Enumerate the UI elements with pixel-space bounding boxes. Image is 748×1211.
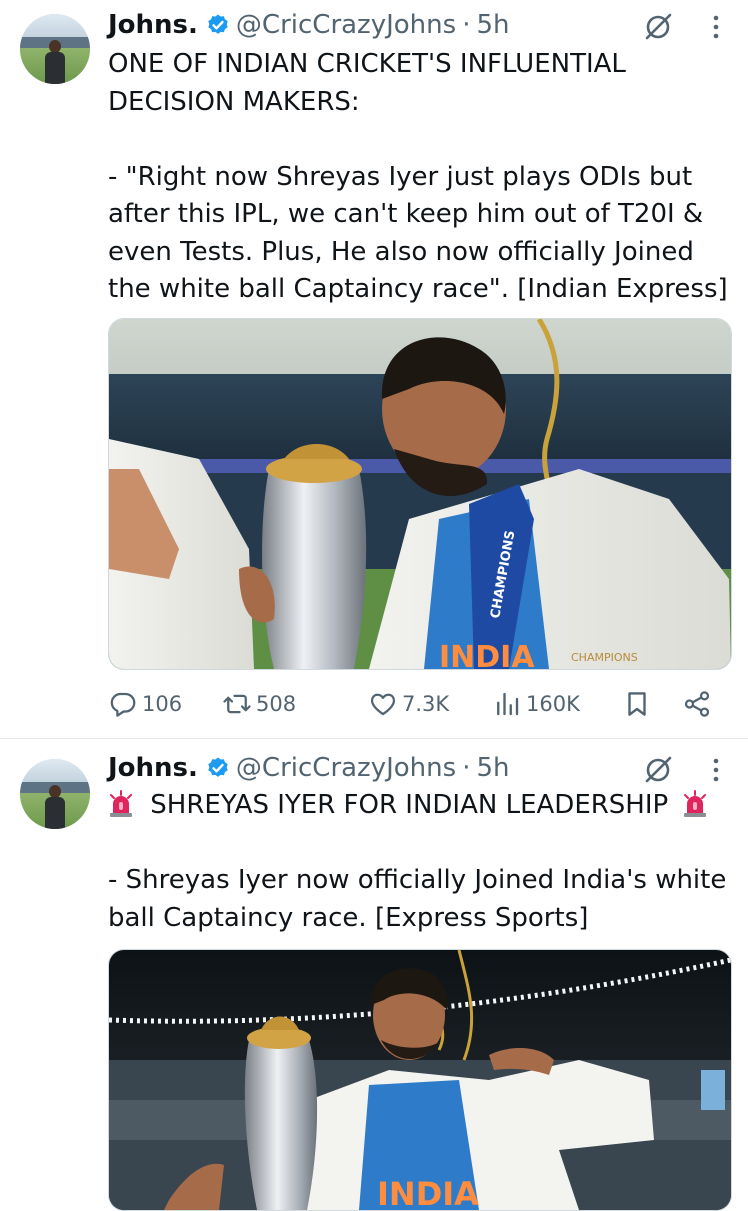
author-name[interactable]: Johns. — [108, 10, 198, 40]
siren-icon — [684, 790, 707, 817]
reply-button[interactable]: 106 — [108, 684, 182, 724]
verified-badge-icon — [208, 14, 228, 34]
more-icon[interactable] — [711, 756, 721, 784]
tweet-text-line: - Shreyas Iyer now officially Joined Ind… — [108, 865, 727, 895]
timestamp[interactable]: 5h — [476, 10, 509, 40]
repost-button[interactable]: 508 — [222, 684, 296, 724]
trophy-pose-photo: INDIA — [109, 950, 731, 1210]
headline-text: SHREYAS IYER FOR INDIAN LEADERSHIP — [150, 790, 669, 820]
tweet-text-spacer — [108, 825, 738, 863]
jersey-text: INDIA — [439, 640, 535, 669]
tweet-photo[interactable]: INDIA — [108, 949, 732, 1211]
more-icon[interactable] — [711, 13, 721, 41]
grok-icon[interactable] — [643, 755, 673, 785]
views-count: 160K — [526, 692, 580, 716]
tweet-text: SHREYAS IYER FOR INDIAN LEADERSHIP - Shr… — [108, 787, 738, 937]
repost-count: 508 — [256, 692, 297, 716]
like-count: 7.3K — [402, 692, 450, 716]
tweet-text-line: - "Right now Shreyas Iyer just plays ODI… — [108, 161, 693, 192]
views-button[interactable]: 160K — [492, 684, 580, 724]
tweet-text-line: ball Captaincy race. [Express Sports] — [108, 902, 589, 933]
bookmark-icon — [628, 692, 646, 716]
tweet[interactable]: Johns. @CricCrazyJohns · 5h ONE OF INDIA… — [0, 0, 748, 739]
views-icon — [497, 692, 519, 716]
tweet-text-line: after this IPL, we can't keep him out of… — [108, 199, 704, 229]
avatar[interactable] — [20, 759, 90, 829]
siren-icon — [110, 790, 132, 817]
tweet[interactable]: Johns. @CricCrazyJohns · 5h SHREYAS IYER… — [0, 739, 748, 1211]
tweet-text: ONE OF INDIAN CRICKET'S INFLUENTIAL DECI… — [108, 46, 738, 309]
grok-icon[interactable] — [643, 12, 673, 42]
bookmark-button[interactable] — [622, 684, 656, 724]
share-button[interactable] — [682, 684, 716, 724]
author-handle[interactable]: @CricCrazyJohns — [236, 10, 456, 40]
repost-icon — [223, 694, 251, 714]
tweet-header: Johns. @CricCrazyJohns · 5h — [108, 10, 509, 40]
verified-badge-icon — [208, 757, 228, 777]
tweet-actions: 106 508 7.3K 160K — [108, 684, 730, 724]
separator: · — [462, 10, 471, 40]
avatar[interactable] — [20, 14, 90, 84]
separator: · — [462, 753, 471, 783]
like-button[interactable]: 7.3K — [368, 684, 449, 724]
like-icon — [370, 693, 396, 716]
tweet-text-line: ONE OF INDIAN CRICKET'S INFLUENTIAL — [108, 49, 626, 79]
reply-count: 106 — [142, 692, 183, 716]
avatar-body — [45, 797, 65, 829]
timestamp[interactable]: 5h — [476, 753, 509, 783]
avatar-body — [45, 52, 65, 84]
tweet-text-line — [108, 121, 738, 159]
tweet-text-line: DECISION MAKERS: — [108, 86, 360, 117]
trophy-kiss-photo: CHAMPIONS INDIA CHAMPIONS — [109, 319, 731, 669]
share-icon — [684, 691, 710, 717]
tweet-text-line: the white ball Captaincy race". [Indian … — [108, 274, 728, 304]
avatar-person — [45, 785, 65, 829]
jersey-text: INDIA — [377, 1175, 479, 1210]
author-name[interactable]: Johns. — [108, 753, 198, 783]
reply-icon — [110, 692, 136, 717]
blazer-text: CHAMPIONS — [571, 651, 638, 664]
tweet-photo[interactable]: CHAMPIONS INDIA CHAMPIONS — [108, 318, 732, 670]
avatar-person — [45, 40, 65, 84]
tweet-headline: SHREYAS IYER FOR INDIAN LEADERSHIP — [108, 787, 738, 825]
tweet-header: Johns. @CricCrazyJohns · 5h — [108, 753, 509, 783]
author-handle[interactable]: @CricCrazyJohns — [236, 753, 456, 783]
tweet-text-line: even Tests. Plus, He also now officially… — [108, 236, 694, 267]
